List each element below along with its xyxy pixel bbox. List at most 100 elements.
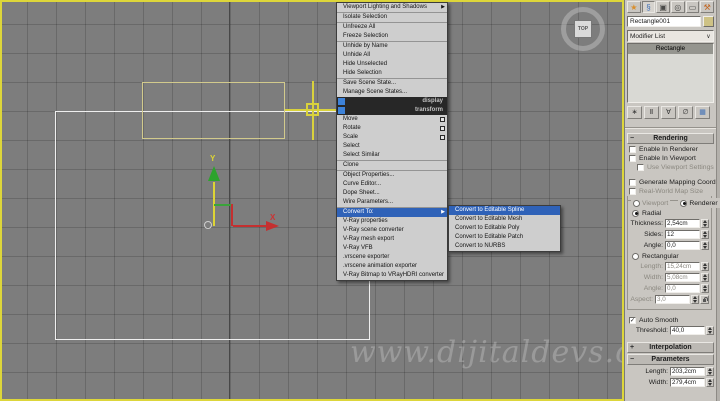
make-unique-button[interactable]: ∀ xyxy=(661,106,676,119)
spinner-down-icon[interactable] xyxy=(703,235,707,238)
settings-box-icon[interactable] xyxy=(440,117,445,122)
menu-item-unhide-by-name[interactable]: Unhide by Name xyxy=(337,42,447,51)
menu-item-v-ray-mesh-export[interactable]: V-Ray mesh export xyxy=(337,235,447,244)
rectangle-spline-selected[interactable] xyxy=(142,82,285,139)
submenu-item-convert-to-editable-patch[interactable]: Convert to Editable Patch xyxy=(449,233,560,242)
menu-item-dope-sheet[interactable]: Dope Sheet... xyxy=(337,189,447,198)
menu-item-vrscene-animation-exporter[interactable]: .vrscene animation exporter xyxy=(337,262,447,271)
checkbox-enable-in-renderer[interactable] xyxy=(629,146,636,153)
menu-item-freeze-selection[interactable]: Freeze Selection xyxy=(337,32,447,41)
object-color-swatch[interactable] xyxy=(703,16,714,27)
menu-item-v-ray-vfb[interactable]: V-Ray VFB xyxy=(337,244,447,253)
menu-item-isolate-selection[interactable]: Isolate Selection xyxy=(337,13,447,22)
spinner-down-icon[interactable] xyxy=(708,383,712,386)
settings-box-icon[interactable] xyxy=(440,126,445,131)
checkbox-enable-in-viewport[interactable] xyxy=(629,155,636,162)
menu-item-hide-selection[interactable]: Hide Selection xyxy=(337,69,447,78)
checkbox-real-world-map-size[interactable] xyxy=(629,188,636,195)
gizmo-x-arrowhead-icon[interactable] xyxy=(266,221,279,231)
remove-modifier-button[interactable]: ∅ xyxy=(678,106,693,119)
gizmo-xy-plane-handle-red[interactable] xyxy=(231,204,233,226)
menu-item-select-similar[interactable]: Select Similar xyxy=(337,151,447,160)
field-input-angle[interactable]: 0,0 xyxy=(665,241,700,250)
gizmo-x-axis[interactable] xyxy=(233,225,267,227)
spinner-down-icon[interactable] xyxy=(708,331,712,334)
rollout-header-rendering[interactable]: − Rendering xyxy=(627,133,714,144)
tab-hierarchy[interactable]: ▣ xyxy=(656,1,670,13)
spinner-down-icon[interactable] xyxy=(708,372,712,375)
spinner-control[interactable] xyxy=(706,367,714,376)
tab-utilities[interactable]: ⚒ xyxy=(700,1,714,13)
spinner-control[interactable] xyxy=(691,295,699,304)
radio-renderer[interactable] xyxy=(680,200,687,207)
quad-indicator-icon[interactable] xyxy=(338,107,345,114)
spinner-down-icon[interactable] xyxy=(693,300,697,303)
field-input-sides[interactable]: 12 xyxy=(665,230,700,239)
spinner-down-icon[interactable] xyxy=(703,246,707,249)
top-viewport[interactable]: Y X TOP www.dijitaldevs.c xyxy=(0,0,624,401)
spinner-control[interactable] xyxy=(701,273,709,282)
viewcube[interactable]: TOP xyxy=(560,6,606,52)
spinner-control[interactable] xyxy=(706,326,714,335)
tab-display[interactable]: ▭ xyxy=(686,1,700,13)
spinner-down-icon[interactable] xyxy=(703,267,707,270)
menu-item-rotate[interactable]: Rotate xyxy=(337,124,447,133)
tab-create[interactable]: ★ xyxy=(627,1,641,13)
checkbox-auto-smooth[interactable]: ✓ xyxy=(629,317,636,324)
modifier-list-dropdown[interactable]: Modifier List ∨ xyxy=(627,30,714,42)
menu-item-select[interactable]: Select xyxy=(337,142,447,151)
menu-item-hide-unselected[interactable]: Hide Unselected xyxy=(337,60,447,69)
viewcube-top-face[interactable]: TOP xyxy=(574,20,592,38)
gizmo-y-arrowhead-icon[interactable] xyxy=(208,166,220,181)
menu-item-vrscene-exporter[interactable]: .vrscene exporter xyxy=(337,253,447,262)
menu-item-v-ray-scene-converter[interactable]: V-Ray scene converter xyxy=(337,226,447,235)
field-input-width[interactable]: 5,08cm xyxy=(665,273,700,282)
rollout-header-interpolation[interactable]: + Interpolation xyxy=(627,342,714,353)
spinner-control[interactable] xyxy=(701,230,709,239)
checkbox-generate-mapping-coords[interactable] xyxy=(629,179,636,186)
spinner-down-icon[interactable] xyxy=(703,224,707,227)
menu-item-unfreeze-all[interactable]: Unfreeze All xyxy=(337,23,447,32)
menu-item-save-scene-state[interactable]: Save Scene State... xyxy=(337,79,447,88)
menu-item-object-properties[interactable]: Object Properties... xyxy=(337,171,447,180)
object-name-field[interactable]: Rectangle001 xyxy=(627,16,701,27)
submenu-item-convert-to-editable-mesh[interactable]: Convert to Editable Mesh xyxy=(449,215,560,224)
menu-item-manage-scene-states[interactable]: Manage Scene States... xyxy=(337,88,447,97)
spinner-control[interactable] xyxy=(701,284,709,293)
spinner-control[interactable] xyxy=(701,241,709,250)
spinner-down-icon[interactable] xyxy=(703,278,707,281)
submenu-item-convert-to-editable-poly[interactable]: Convert to Editable Poly xyxy=(449,224,560,233)
menu-item-wire-parameters[interactable]: Wire Parameters... xyxy=(337,198,447,207)
menu-item-clone[interactable]: Clone xyxy=(337,161,447,170)
modifier-stack-list[interactable]: Rectangle xyxy=(627,43,714,103)
field-input-threshold[interactable]: 40,0 xyxy=(670,326,705,335)
menu-item-viewport-lighting-and-shadows[interactable]: Viewport Lighting and Shadows▶ xyxy=(337,3,447,12)
menu-item-v-ray-bitmap-to-vrayhdri-converter[interactable]: V-Ray Bitmap to VRayHDRI converter xyxy=(337,271,447,280)
submenu-item-convert-to-nurbs[interactable]: Convert to NURBS xyxy=(449,242,560,251)
spinner-control[interactable] xyxy=(701,262,709,271)
tab-modify[interactable]: § xyxy=(642,1,656,13)
field-input-width[interactable]: 279,4cm xyxy=(670,378,705,387)
submenu-item-convert-to-editable-spline[interactable]: Convert to Editable Spline xyxy=(449,206,560,215)
tab-motion[interactable]: ◎ xyxy=(671,1,685,13)
radio-viewport[interactable] xyxy=(633,200,640,207)
menu-item-curve-editor[interactable]: Curve Editor... xyxy=(337,180,447,189)
radio-radial[interactable] xyxy=(632,210,639,217)
pin-stack-button[interactable]: ∗ xyxy=(627,106,642,119)
checkbox-use-viewport-settings[interactable] xyxy=(637,164,644,171)
radio-rectangular[interactable] xyxy=(632,253,639,260)
menu-item-convert-to[interactable]: Convert To:▶ xyxy=(337,208,447,217)
field-input-thickness[interactable]: 2,54cm xyxy=(665,219,700,228)
spinner-control[interactable] xyxy=(701,219,709,228)
aspect-lock-button[interactable] xyxy=(700,295,709,304)
settings-box-icon[interactable] xyxy=(440,135,445,140)
spinner-down-icon[interactable] xyxy=(703,289,707,292)
rollout-header-parameters[interactable]: − Parameters xyxy=(627,354,714,365)
quad-indicator-icon[interactable] xyxy=(338,98,345,105)
spinner-control[interactable] xyxy=(706,378,714,387)
gizmo-xy-plane-handle-green[interactable] xyxy=(214,204,232,206)
stack-entry-rectangle[interactable]: Rectangle xyxy=(628,44,713,54)
field-input-length[interactable]: 15,24cm xyxy=(665,262,700,271)
configure-modifier-sets-button[interactable]: ▦ xyxy=(695,106,710,119)
menu-item-scale[interactable]: Scale xyxy=(337,133,447,142)
